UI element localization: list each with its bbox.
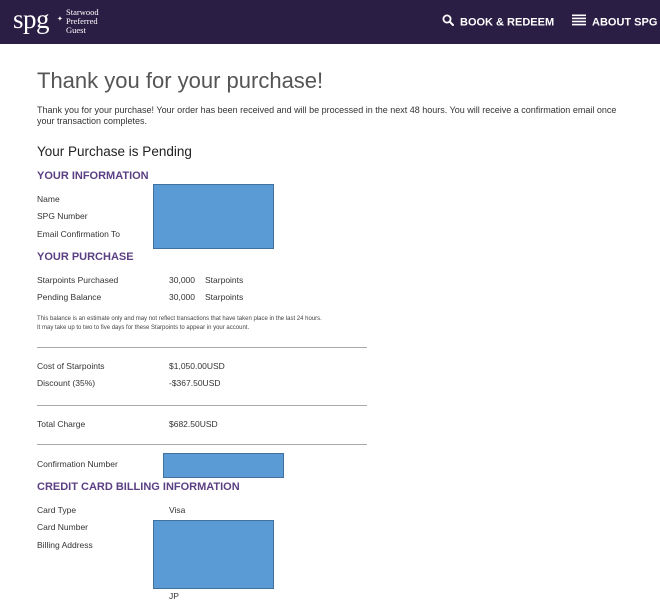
billing-address-label: Billing Address: [37, 540, 93, 550]
divider-2: [37, 405, 367, 406]
logo-wordmark: Starwood Preferred Guest: [66, 8, 126, 35]
logo-star-icon: ✦: [57, 16, 63, 23]
discount-value: -$367.50USD: [169, 378, 221, 388]
billing-country-value: JP: [169, 591, 179, 601]
logo-line-3: Guest: [66, 25, 86, 35]
starpoints-purchased-amount: 30,000: [169, 275, 195, 285]
confirmation-number-label: Confirmation Number: [37, 459, 118, 469]
nav-about-spg-label: ABOUT SPG: [592, 16, 658, 29]
starpoints-purchased-unit: Starpoints: [205, 275, 244, 285]
page-title: Thank you for your purchase!: [37, 68, 324, 93]
pending-balance-label: Pending Balance: [37, 292, 102, 302]
discount-label: Discount (35%): [37, 378, 96, 388]
cost-of-starpoints-label: Cost of Starpoints: [37, 361, 105, 371]
cost-of-starpoints-value: $1,050.00USD: [169, 361, 225, 371]
nav-book-and-redeem[interactable]: BOOK & REDEEM: [442, 14, 554, 30]
logo-mark: spg: [13, 4, 50, 34]
spg-number-label: SPG Number: [37, 211, 88, 221]
balance-estimate-note-line-1: This balance is an estimate only and may…: [37, 316, 322, 322]
card-type-label: Card Type: [37, 505, 77, 515]
your-information-heading: YOUR INFORMATION: [37, 170, 149, 182]
total-charge-value: $682.50USD: [169, 419, 218, 429]
your-purchase-heading: YOUR PURCHASE: [37, 251, 134, 263]
divider-3: [37, 444, 367, 445]
name-label: Name: [37, 194, 60, 204]
redacted-confirmation-number: [163, 453, 284, 478]
search-icon: [442, 14, 454, 31]
menu-icon: [572, 14, 586, 31]
nav-about-spg[interactable]: ABOUT SPG: [572, 14, 657, 30]
balance-estimate-note: This balance is an estimate only and may…: [37, 315, 377, 333]
pending-balance-amount: 30,000: [169, 292, 195, 302]
billing-information-heading: CREDIT CARD BILLING INFORMATION: [37, 481, 240, 493]
starpoints-purchased-label: Starpoints Purchased: [37, 275, 119, 285]
balance-estimate-note-line-2: It may take up to two to five days for t…: [37, 325, 250, 331]
pending-balance-unit: Starpoints: [205, 292, 244, 302]
page: spg ✦ Starwood Preferred Guest BOOK & RE…: [0, 0, 660, 609]
card-type-value: Visa: [169, 505, 186, 515]
card-number-label: Card Number: [37, 522, 89, 532]
email-confirmation-label: Email Confirmation To: [37, 229, 120, 239]
purchase-status-heading: Your Purchase is Pending: [37, 144, 192, 159]
divider-1: [37, 347, 367, 348]
nav-book-and-redeem-label: BOOK & REDEEM: [460, 16, 555, 29]
total-charge-label: Total Charge: [37, 419, 86, 429]
top-navigation-bar: spg ✦ Starwood Preferred Guest BOOK & RE…: [0, 0, 660, 44]
redacted-personal-info: [153, 184, 274, 249]
redacted-billing-details: [153, 520, 274, 589]
intro-paragraph: Thank you for your purchase! Your order …: [37, 105, 617, 126]
